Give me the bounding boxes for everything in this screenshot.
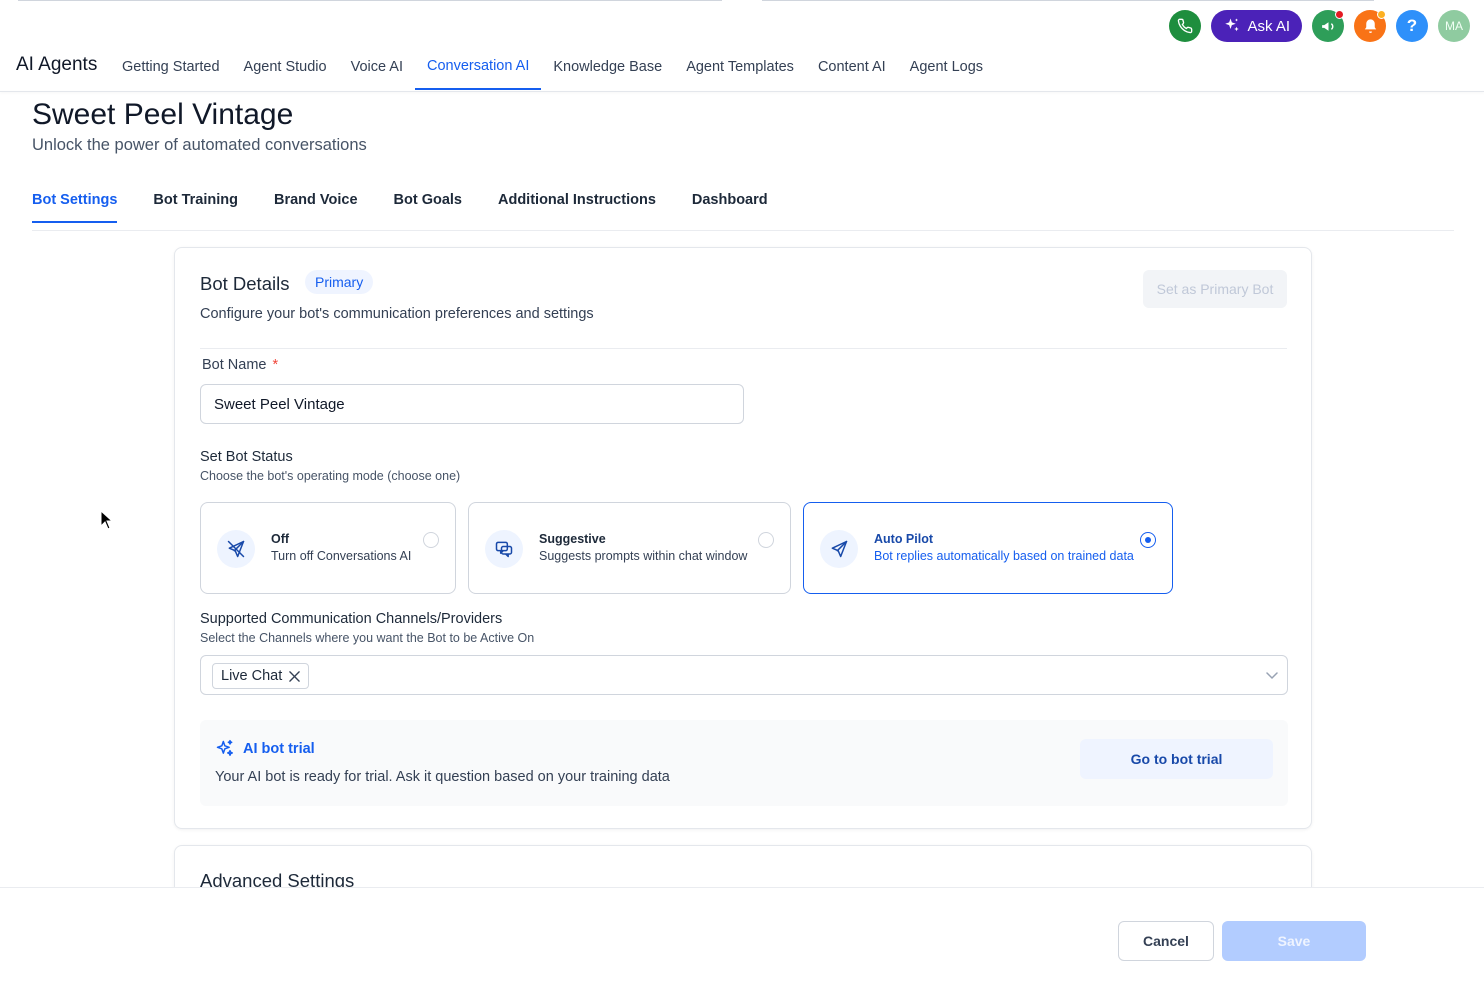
bot-name-input[interactable] [200,384,744,424]
unread-dot [1335,10,1344,19]
page-title: Sweet Peel Vintage [32,98,294,131]
sparkle-icon [215,739,235,764]
nav-conversation-ai[interactable]: Conversation AI [414,44,542,90]
channel-chip-label: Live Chat [221,668,283,684]
cancel-button[interactable]: Cancel [1118,921,1214,961]
go-to-bot-trial-button[interactable]: Go to bot trial [1080,739,1273,779]
send-icon [820,530,858,568]
mode-auto-pilot-subtitle: Bot replies automatically based on train… [874,549,1134,563]
bot-status-description: Choose the bot's operating mode (choose … [200,469,461,483]
channels-title: Supported Communication Channels/Provide… [200,611,503,627]
avatar-initials: MA [1445,19,1463,33]
nav-voice-ai[interactable]: Voice AI [339,44,415,90]
top-actions: Ask AI ? MA [1169,10,1470,42]
nav-content-ai[interactable]: Content AI [806,44,898,90]
nav-getting-started[interactable]: Getting Started [110,44,232,90]
mode-off-subtitle: Turn off Conversations AI [271,549,412,563]
tab-additional-instructions[interactable]: Additional Instructions [498,192,656,223]
nav-knowledge-base[interactable]: Knowledge Base [541,44,674,90]
nav-agent-logs[interactable]: Agent Logs [898,44,995,90]
settings-tabs: Bot Settings Bot Training Brand Voice Bo… [32,192,768,223]
bot-status-title: Set Bot Status [200,449,293,465]
mode-suggestive-title: Suggestive [539,532,606,546]
mode-suggestive-radio[interactable] [758,532,774,548]
nav-agent-studio[interactable]: Agent Studio [232,44,339,90]
bot-off-icon [217,530,255,568]
mode-auto-pilot-title: Auto Pilot [874,532,934,546]
mode-suggestive-subtitle: Suggests prompts within chat window [539,549,748,563]
avatar[interactable]: MA [1438,10,1470,42]
ai-bot-trial-panel: AI bot trial Your AI bot is ready for tr… [200,720,1288,806]
tab-dashboard[interactable]: Dashboard [692,192,768,223]
header-divider [0,91,1484,92]
app-title: AI Agents [16,54,98,75]
ai-bot-trial-title: AI bot trial [243,741,315,757]
mode-auto-pilot-option[interactable]: Auto Pilot Bot replies automatically bas… [803,502,1173,594]
tabs-divider [32,230,1454,231]
bell-icon [1364,18,1376,33]
notification-dot [1377,10,1386,19]
megaphone-icon [1321,21,1333,31]
close-icon[interactable] [289,670,301,682]
channel-chip-live-chat: Live Chat [212,663,310,689]
nav-agent-templates[interactable]: Agent Templates [674,44,806,90]
sparkle-icon [1225,18,1240,32]
tab-bot-settings[interactable]: Bot Settings [32,192,118,223]
mode-suggestive-option[interactable]: Suggestive Suggests prompts within chat … [468,502,791,594]
bot-name-label: Bot Name * [202,357,278,373]
mode-off-option[interactable]: Off Turn off Conversations AI [200,502,456,594]
help-button[interactable]: ? [1396,10,1428,42]
footer-bar: Cancel Save [0,887,1484,984]
mode-off-radio[interactable] [423,532,439,548]
primary-badge: Primary [305,270,374,294]
required-mark: * [272,357,279,373]
top-divider-right [762,0,1374,1]
announcements-button[interactable] [1312,10,1344,42]
tab-brand-voice[interactable]: Brand Voice [274,192,358,223]
bot-details-description: Configure your bot's communication prefe… [200,306,594,322]
tab-bot-goals[interactable]: Bot Goals [394,192,462,223]
phone-icon [1178,18,1193,34]
set-primary-bot-button[interactable]: Set as Primary Bot [1143,270,1287,308]
tab-bot-training[interactable]: Bot Training [153,192,238,223]
notifications-button[interactable] [1354,10,1386,42]
save-button[interactable]: Save [1222,921,1366,961]
bot-name-label-text: Bot Name [202,357,267,373]
card-divider [200,348,1287,349]
mode-off-title: Off [271,532,290,546]
top-divider-left [18,0,722,1]
channels-description: Select the Channels where you want the B… [200,631,535,645]
help-icon: ? [1406,16,1418,35]
phone-button[interactable] [1169,10,1202,42]
ask-ai-label: Ask AI [1247,17,1290,35]
channels-select[interactable]: Live Chat [200,655,1288,695]
ai-bot-trial-description: Your AI bot is ready for trial. Ask it q… [215,769,670,785]
chevron-down-icon[interactable] [1265,668,1279,687]
ask-ai-button[interactable]: Ask AI [1211,10,1302,42]
page-subtitle: Unlock the power of automated conversati… [32,136,367,154]
bot-details-title: Bot Details [200,273,290,294]
mode-auto-pilot-radio[interactable] [1140,532,1156,548]
main-nav: Getting Started Agent Studio Voice AI Co… [110,44,995,90]
bot-details-card: Bot Details Primary Configure your bot's… [174,247,1312,829]
chat-bubbles-icon [485,530,523,568]
mouse-cursor-icon [100,509,114,535]
